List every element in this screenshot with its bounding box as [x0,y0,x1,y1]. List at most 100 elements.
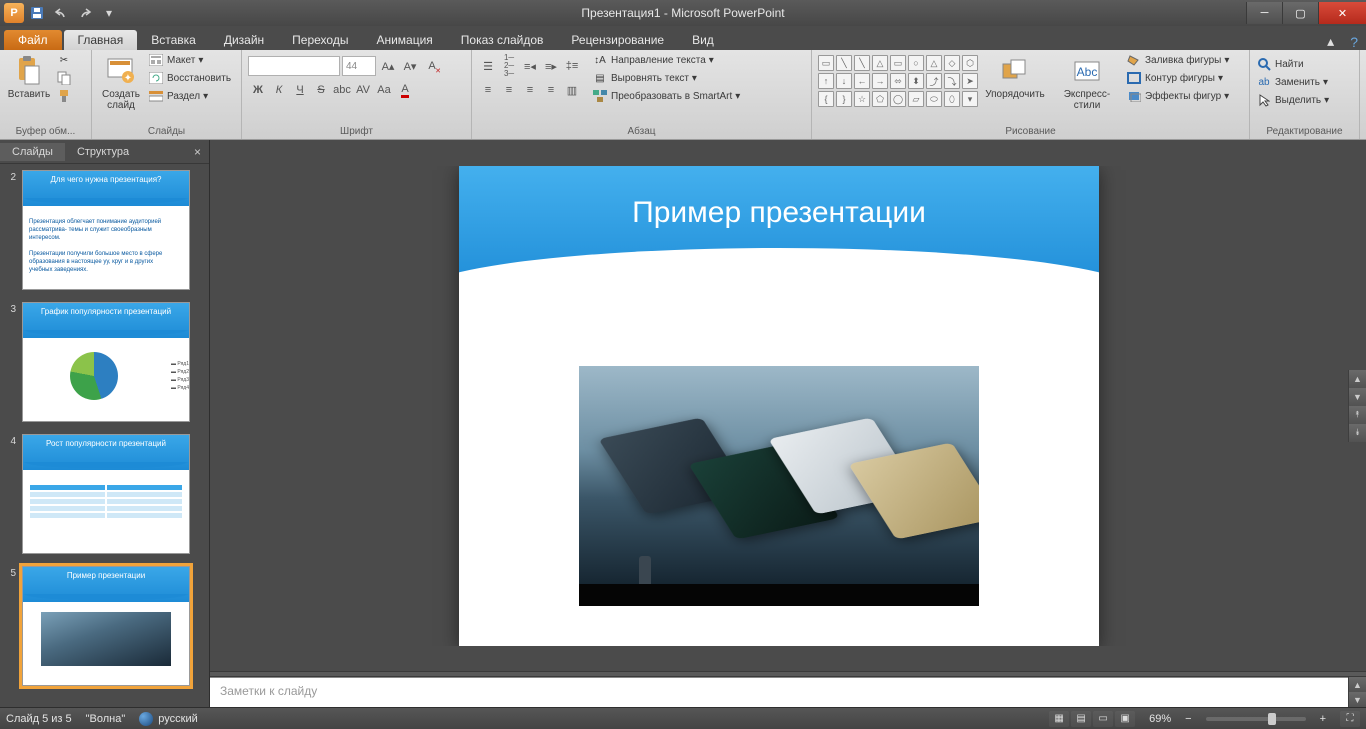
shadow-button[interactable]: abc [332,80,352,100]
sorter-tab-slides[interactable]: Слайды [0,143,65,161]
decrease-font-icon[interactable]: A▾ [400,56,420,76]
notes-scrollbar[interactable]: ▲▼ [1348,677,1366,707]
paste-button[interactable]: Вставить [6,52,52,100]
case-button[interactable]: Aa [374,80,394,100]
indent-button[interactable]: ≡▸ [541,56,561,76]
ribbon-minimize-icon[interactable]: ▴ [1319,33,1342,50]
font-color-button[interactable]: A [395,80,415,100]
tab-review[interactable]: Рецензирование [557,30,678,50]
slideshow-view-button[interactable]: ▣ [1115,711,1135,727]
file-tab[interactable]: Файл [4,30,62,50]
arrange-button[interactable]: Упорядочить [982,52,1048,100]
slide-number: 3 [4,302,16,422]
shape-effects-button[interactable]: Эффекты фигур ▾ [1126,88,1229,104]
bold-button[interactable]: Ж [248,80,268,100]
increase-font-icon[interactable]: A▴ [378,56,398,76]
slide-canvas[interactable]: Пример презентации [459,166,1099,646]
group-label-clipboard: Буфер обм... [6,125,85,139]
tab-insert[interactable]: Вставка [137,30,210,50]
columns-button[interactable]: ▥ [562,80,582,100]
tab-design[interactable]: Дизайн [210,30,278,50]
format-painter-button[interactable] [56,88,72,104]
undo-icon[interactable] [50,2,72,24]
vertical-scrollbar[interactable]: ▲ ▼ ⯭ ⯯ [1348,370,1366,442]
normal-view-button[interactable]: ▦ [1049,711,1069,727]
font-name-combo[interactable] [248,56,340,76]
clear-format-icon[interactable]: A✕ [422,56,442,76]
tab-animation[interactable]: Анимация [362,30,446,50]
redo-icon[interactable] [74,2,96,24]
thumb-title: Для чего нужна презентация? [23,171,189,184]
find-button[interactable]: Найти [1256,56,1329,72]
replace-button[interactable]: abЗаменить ▾ [1256,74,1329,90]
sorter-body[interactable]: 2 Для чего нужна презентация? Презентаци… [0,164,209,707]
zoom-slider[interactable] [1206,717,1306,721]
shapes-gallery[interactable]: ▭╲╲△▭○△◇⬡ ↑↓←→⬄⬍⤴⤵➤ {}☆⬠◯▱⬭⬯▾ [818,52,978,107]
layout-button[interactable]: Макет ▾ [148,52,231,68]
maximize-button[interactable]: ▢ [1282,2,1318,24]
italic-button[interactable]: К [269,80,289,100]
align-center-button[interactable]: ≡ [499,80,519,100]
slide-canvas-area[interactable]: Пример презентации [210,166,1348,646]
tab-view[interactable]: Вид [678,30,728,50]
scroll-up-icon[interactable]: ▲ [1349,370,1366,388]
align-left-button[interactable]: ≡ [478,80,498,100]
sorter-close-icon[interactable]: × [186,145,209,159]
slide-sorter: Слайды Структура × 2 Для чего нужна през… [0,140,210,707]
help-icon[interactable]: ? [1342,34,1366,50]
ribbon-group-font: 44 A▴ A▾ A✕ Ж К Ч S abc AV Aa A Шрифт [242,50,472,139]
qat-dropdown-icon[interactable]: ▾ [98,2,120,24]
strike-button[interactable]: S [311,80,331,100]
window-controls: ─ ▢ ✕ [1246,2,1366,24]
shape-outline-button[interactable]: Контур фигуры ▾ [1126,70,1229,86]
tab-slideshow[interactable]: Показ слайдов [447,30,558,50]
select-button[interactable]: Выделить ▾ [1256,92,1329,108]
quick-styles-button[interactable]: Abc Экспресс-стили [1052,52,1122,111]
thumb-slide-4[interactable]: 4 Рост популярности презентаций [4,434,205,554]
canvas-wrap: Пример презентации [210,140,1366,671]
font-size-combo[interactable]: 44 [342,56,376,76]
section-button[interactable]: Раздел ▾ [148,88,231,104]
ribbon-group-clipboard: Вставить ✂ Буфер обм... [0,50,92,139]
copy-button[interactable] [56,70,72,86]
align-text-button[interactable]: ▤Выровнять текст ▾ [592,70,740,86]
group-label-editing: Редактирование [1256,125,1353,139]
bullets-button[interactable]: ☰ [478,56,498,76]
tab-home[interactable]: Главная [64,30,138,50]
scroll-down-icon[interactable]: ▼ [1349,388,1366,406]
save-icon[interactable] [26,2,48,24]
text-direction-button[interactable]: ↕AНаправление текста ▾ [592,52,740,68]
outdent-button[interactable]: ≡◂ [520,56,540,76]
zoom-out-button[interactable]: − [1185,713,1191,725]
smartart-button[interactable]: Преобразовать в SmartArt ▾ [592,88,740,104]
justify-button[interactable]: ≡ [541,80,561,100]
underline-button[interactable]: Ч [290,80,310,100]
new-slide-button[interactable]: ✦ Создать слайд [98,52,144,111]
cut-button[interactable]: ✂ [56,52,72,68]
tab-transitions[interactable]: Переходы [278,30,362,50]
zoom-in-button[interactable]: + [1320,713,1326,725]
slide-title[interactable]: Пример презентации [459,166,1099,230]
fit-to-window-button[interactable]: ⛶ [1340,711,1360,727]
slide-image[interactable] [579,366,979,606]
minimize-button[interactable]: ─ [1246,2,1282,24]
spacing-button[interactable]: AV [353,80,373,100]
app-icon[interactable]: P [4,3,24,23]
thumb-slide-5[interactable]: 5 Пример презентации [4,566,205,686]
linespacing-button[interactable]: ‡≡ [562,56,582,76]
close-button[interactable]: ✕ [1318,2,1366,24]
numbering-button[interactable]: 1─2─3─ [499,56,519,76]
sorter-view-button[interactable]: ▤ [1071,711,1091,727]
reading-view-button[interactable]: ▭ [1093,711,1113,727]
thumb-slide-3[interactable]: 3 График популярности презентаций ▬ Ряд1… [4,302,205,422]
notes-pane[interactable]: Заметки к слайду [210,677,1348,707]
sorter-tab-outline[interactable]: Структура [65,143,141,161]
thumb-slide-2[interactable]: 2 Для чего нужна презентация? Презентаци… [4,170,205,290]
reset-button[interactable]: Восстановить [148,70,231,86]
status-language[interactable]: русский [139,712,197,726]
shape-fill-button[interactable]: Заливка фигуры ▾ [1126,52,1229,68]
prev-slide-icon[interactable]: ⯭ [1349,406,1366,424]
next-slide-icon[interactable]: ⯯ [1349,424,1366,442]
align-right-button[interactable]: ≡ [520,80,540,100]
zoom-level[interactable]: 69% [1149,713,1171,725]
